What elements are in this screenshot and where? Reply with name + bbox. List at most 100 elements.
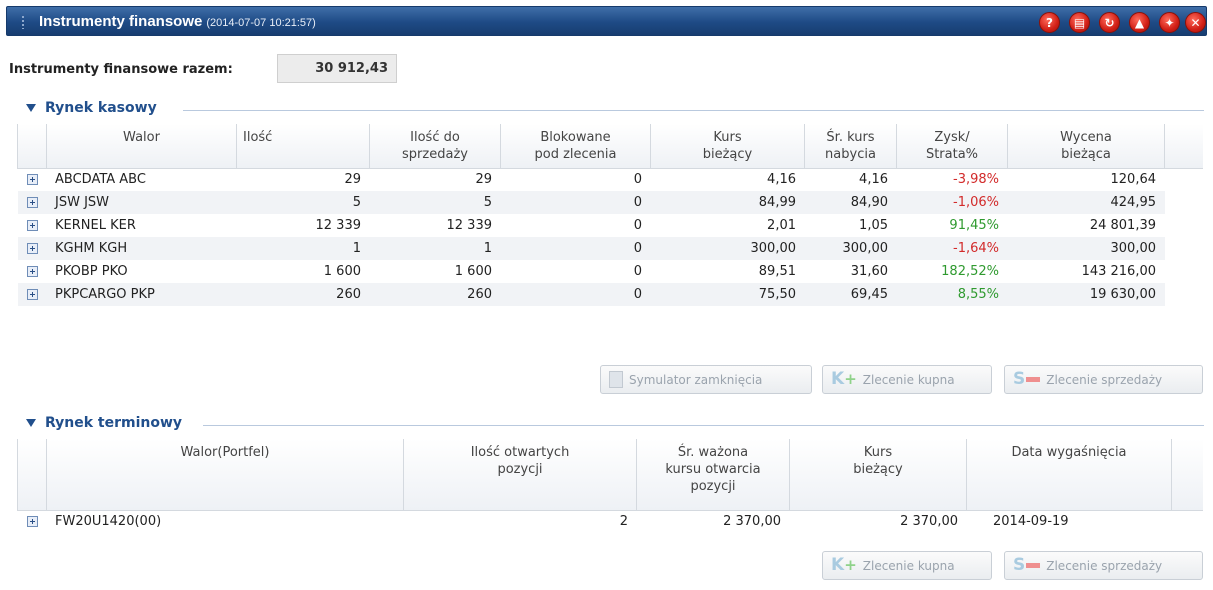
cell-walor-portfel: FW20U1420(00) <box>46 510 404 533</box>
section-divider <box>203 425 1204 426</box>
cell-zysk: -1,64% <box>896 237 1008 260</box>
cell-wycena: 120,64 <box>1007 168 1165 191</box>
help-icon[interactable]: ? <box>1039 12 1060 33</box>
column-header-ilosc-otwartych[interactable]: Ilość otwartych pozycji <box>403 439 637 511</box>
cell-ilosc: 260 <box>236 283 370 306</box>
column-header-sr-kurs[interactable]: Śr. kurs nabycia <box>804 124 897 169</box>
cell-kurs: 84,99 <box>650 191 805 214</box>
cell-filler <box>1164 191 1203 214</box>
cell-blokowane: 0 <box>500 191 651 214</box>
row-expand-icon[interactable] <box>17 260 47 283</box>
table-row[interactable]: FW20U1420(00) 2 2 370,00 2 370,00 2014-09-19 <box>17 510 1203 533</box>
cell-sr-kurs: 1,05 <box>804 214 897 237</box>
table-row[interactable]: PKPCARGO PKP 260 260 0 75,50 69,45 8,55% 19 630… <box>17 283 1203 306</box>
column-header-wycena[interactable]: Wycena bieżąca <box>1007 124 1165 169</box>
row-expand-icon[interactable] <box>17 214 47 237</box>
cell-filler <box>1164 283 1203 306</box>
column-header-kurs[interactable]: Kurs bieżący <box>650 124 805 169</box>
cell-kurs: 4,16 <box>650 168 805 191</box>
cell-walor: PKPCARGO PKP <box>46 283 237 306</box>
row-expand-icon[interactable] <box>17 168 47 191</box>
row-expand-icon[interactable] <box>17 510 47 533</box>
cell-filler <box>1164 214 1203 237</box>
window-titlebar: Instrumenty finansowe (2014-07-07 10:21:5… <box>6 6 1207 36</box>
cell-ilosc: 1 600 <box>236 260 370 283</box>
column-header-expander <box>17 124 47 169</box>
cell-wycena: 300,00 <box>1007 237 1165 260</box>
table-row[interactable]: ABCDATA ABC 29 29 0 4,16 4,16 -3,98% 120,64 <box>17 168 1203 191</box>
column-header-walor-portfel[interactable]: Walor(Portfel) <box>46 439 404 511</box>
futures-buy-order-button[interactable]: K+ Zlecenie kupna <box>822 551 992 580</box>
cell-sr-kurs: 84,90 <box>804 191 897 214</box>
cell-walor: KERNEL KER <box>46 214 237 237</box>
column-header-kurs-biezacy[interactable]: Kurs bieżący <box>789 439 967 511</box>
collapse-icon[interactable]: ▲ <box>1129 12 1150 33</box>
cell-filler <box>1171 510 1203 533</box>
row-expand-icon[interactable] <box>17 237 47 260</box>
row-expand-icon[interactable] <box>17 283 47 306</box>
cell-data-wygasniecia: 2014-09-19 <box>966 510 1172 533</box>
cell-zysk: -1,06% <box>896 191 1008 214</box>
simulator-button-label: Symulator zamknięcia <box>629 372 763 387</box>
collapse-triangle-icon[interactable] <box>26 104 36 112</box>
section-cash-market[interactable]: Rynek kasowy <box>26 100 157 116</box>
table-row[interactable]: JSW JSW 5 5 0 84,99 84,90 -1,06% 424,95 <box>17 191 1203 214</box>
buy-order-button[interactable]: K+ Zlecenie kupna <box>822 365 992 394</box>
futures-sell-order-button[interactable]: S Zlecenie sprzedaży <box>1004 551 1203 580</box>
column-header-data-wygasniecia[interactable]: Data wygaśnięcia <box>966 439 1172 511</box>
section-futures-market-title: Rynek terminowy <box>45 415 183 431</box>
refresh-icon[interactable]: ↻ <box>1099 12 1120 33</box>
cell-sr-wazona: 2 370,00 <box>636 510 790 533</box>
cell-walor: JSW JSW <box>46 191 237 214</box>
cell-filler <box>1164 168 1203 191</box>
cell-ilosc-do-sprzedazy: 1 600 <box>369 260 501 283</box>
cell-ilosc-do-sprzedazy: 29 <box>369 168 501 191</box>
cell-ilosc: 29 <box>236 168 370 191</box>
drag-grip-icon[interactable] <box>21 15 25 29</box>
column-header-ilosc-do-sprzedazy[interactable]: Ilość do sprzedaży <box>369 124 501 169</box>
cell-kurs: 2,01 <box>650 214 805 237</box>
sell-order-button-label: Zlecenie sprzedaży <box>1046 372 1163 387</box>
sell-icon: S <box>1013 371 1041 388</box>
collapse-triangle-icon[interactable] <box>26 419 36 427</box>
cell-wycena: 24 801,39 <box>1007 214 1165 237</box>
column-header-zysk[interactable]: Zysk/Strata% <box>896 124 1008 169</box>
table-row[interactable]: PKOBP PKO 1 600 1 600 0 89,51 31,60 182,52% 143… <box>17 260 1203 283</box>
cell-sr-kurs: 4,16 <box>804 168 897 191</box>
buy-order-button-label: Zlecenie kupna <box>862 372 955 387</box>
cell-zysk: 8,55% <box>896 283 1008 306</box>
cell-ilosc-do-sprzedazy: 1 <box>369 237 501 260</box>
cell-ilosc: 5 <box>236 191 370 214</box>
column-header-walor[interactable]: Walor <box>46 124 237 169</box>
cell-zysk: 182,52% <box>896 260 1008 283</box>
cell-ilosc-do-sprzedazy: 260 <box>369 283 501 306</box>
column-header-blokowane[interactable]: Blokowane pod zlecenia <box>500 124 651 169</box>
window-timestamp: (2014-07-07 10:21:57) <box>206 17 316 29</box>
cell-filler <box>1164 237 1203 260</box>
simulator-button[interactable]: Symulator zamknięcia <box>600 365 812 394</box>
table-row[interactable]: KGHM KGH 1 1 0 300,00 300,00 -1,64% 300,00 <box>17 237 1203 260</box>
buy-icon: K+ <box>831 369 857 389</box>
column-header-sr-wazona[interactable]: Śr. ważona kursu otwarcia pozycji <box>636 439 790 511</box>
cell-sr-kurs: 300,00 <box>804 237 897 260</box>
close-icon[interactable]: ✕ <box>1185 12 1206 33</box>
section-cash-market-title: Rynek kasowy <box>45 100 157 116</box>
cell-blokowane: 0 <box>500 283 651 306</box>
column-header-ilosc[interactable]: Ilość <box>236 124 370 169</box>
row-expand-icon[interactable] <box>17 191 47 214</box>
cell-ilosc: 1 <box>236 237 370 260</box>
table-row[interactable]: KERNEL KER 12 339 12 339 0 2,01 1,05 91,45% 24 … <box>17 214 1203 237</box>
cell-wycena: 143 216,00 <box>1007 260 1165 283</box>
print-icon[interactable]: ▤ <box>1069 12 1090 33</box>
section-futures-market[interactable]: Rynek terminowy <box>26 415 182 431</box>
sell-order-button[interactable]: S Zlecenie sprzedaży <box>1004 365 1203 394</box>
cell-wycena: 424,95 <box>1007 191 1165 214</box>
column-header-filler <box>1164 124 1203 169</box>
futures-buy-order-button-label: Zlecenie kupna <box>862 558 955 573</box>
cell-filler <box>1164 260 1203 283</box>
total-label: Instrumenty finansowe razem: <box>9 62 233 77</box>
pin-icon[interactable]: ✦ <box>1159 12 1180 33</box>
cell-sr-kurs: 31,60 <box>804 260 897 283</box>
cell-kurs: 75,50 <box>650 283 805 306</box>
cell-kurs: 89,51 <box>650 260 805 283</box>
